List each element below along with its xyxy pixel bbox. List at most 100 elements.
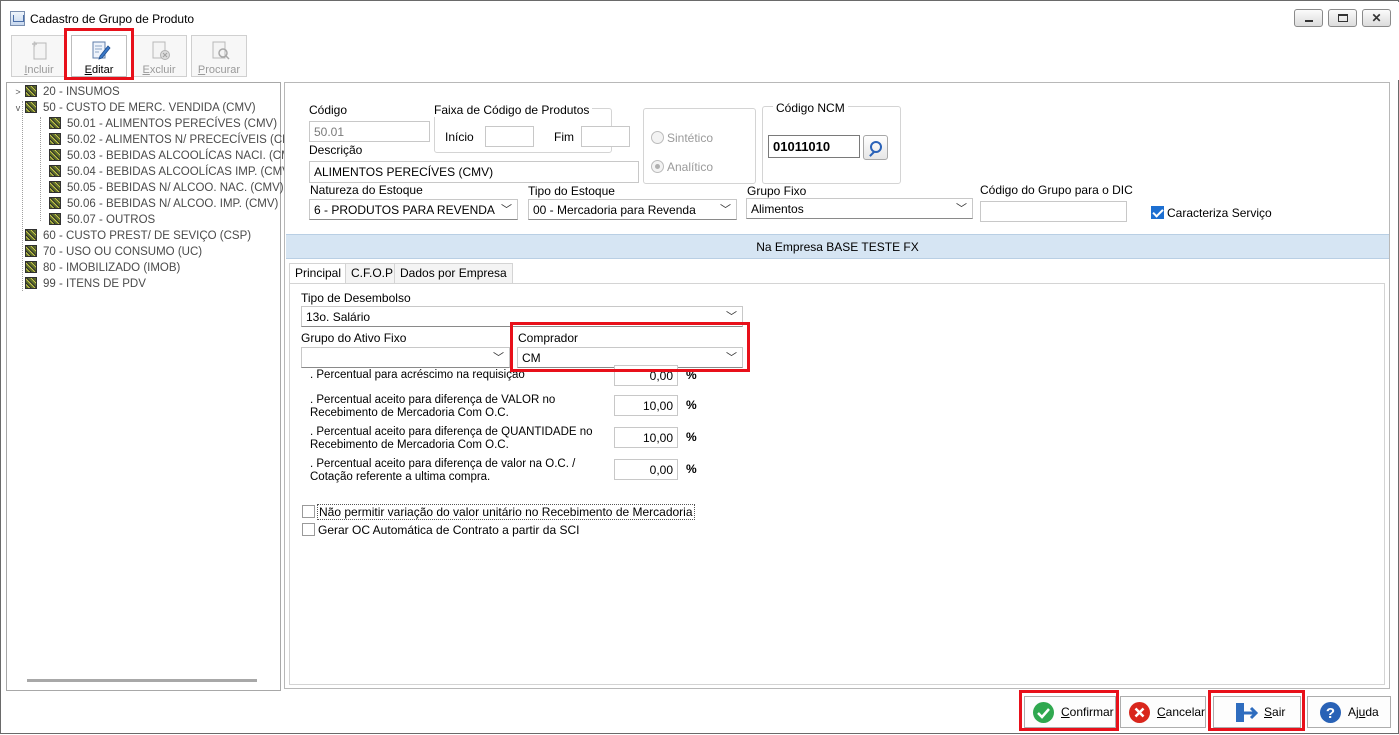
- nao-permitir-checkbox[interactable]: [302, 505, 315, 518]
- natureza-select[interactable]: 6 - PRODUTOS PARA REVENDA ﹀: [309, 199, 518, 220]
- tab-principal[interactable]: Principal: [289, 263, 348, 284]
- codigo-field[interactable]: 50.01: [309, 121, 430, 142]
- codigo-dic-field[interactable]: [980, 201, 1127, 222]
- percentual-label: . Percentual para acréscimo na requisiçã…: [310, 369, 525, 381]
- caracteriza-servico-checkbox[interactable]: [1151, 206, 1164, 219]
- maximize-icon: [1338, 14, 1348, 22]
- check-icon: [1033, 702, 1054, 723]
- expand-icon[interactable]: >: [13, 84, 23, 100]
- percentual-label-line2: Recebimento de Mercadoria Com O.C.: [310, 439, 509, 451]
- collapse-icon[interactable]: v: [13, 100, 23, 116]
- procurar-button[interactable]: Procurar: [191, 35, 247, 77]
- percentual-field[interactable]: 0,00: [614, 365, 678, 386]
- percentual-label: . Percentual aceito para diferença de VA…: [310, 394, 556, 406]
- tab-principal-panel: Tipo de Desembolso 13o. Salário ﹀ Grupo d…: [289, 283, 1385, 685]
- tree-node-label: 50.07 - OUTROS: [67, 214, 156, 226]
- ncm-label: Código NCM: [773, 101, 848, 115]
- tree-node[interactable]: 50.05 - BEBIDAS N/ ALCOO. NAC. (CMV): [49, 180, 284, 196]
- tipo-estoque-label: Tipo do Estoque: [528, 184, 615, 198]
- ncm-field[interactable]: 01011010: [768, 135, 860, 158]
- chevron-down-icon: ﹀: [726, 311, 737, 323]
- desembolso-value: 13o. Salário: [306, 310, 371, 324]
- ajuda-label: Ajuda: [1348, 705, 1379, 719]
- maximize-button[interactable]: [1328, 9, 1357, 27]
- confirmar-label: Confirmar: [1061, 705, 1114, 719]
- folder-icon: [49, 133, 61, 145]
- tree-node[interactable]: 50.01 - ALIMENTOS PERECÍVES (CMV): [49, 116, 277, 132]
- tree-node[interactable]: 50.04 - BEBIDAS ALCOOLÍCAS IMP. (CMV): [49, 164, 294, 180]
- percentual-field[interactable]: 0,00: [614, 459, 678, 480]
- ativo-fixo-select[interactable]: ﹀: [301, 347, 510, 368]
- comprador-label: Comprador: [518, 331, 579, 345]
- desembolso-select[interactable]: 13o. Salário ﹀: [301, 306, 743, 327]
- percent-sign: %: [686, 368, 697, 382]
- chevron-down-icon: ﹀: [956, 203, 967, 215]
- minimize-button[interactable]: [1294, 9, 1323, 27]
- close-icon: ✕: [1371, 11, 1382, 25]
- editar-button[interactable]: Editar: [71, 35, 127, 77]
- main-window: Cadastro de Grupo de Produto ✕ Incluir E…: [0, 0, 1399, 734]
- folder-icon: [49, 213, 61, 225]
- descricao-field[interactable]: ALIMENTOS PERECÍVES (CMV): [309, 161, 639, 183]
- percentual-label: . Percentual aceito para diferença de QU…: [310, 426, 593, 438]
- confirmar-button[interactable]: Confirmar: [1024, 696, 1116, 728]
- percentual-field[interactable]: 10,00: [614, 395, 678, 416]
- tab-dados-empresa[interactable]: Dados por Empresa: [394, 263, 513, 283]
- tree-node[interactable]: v 50 - CUSTO DE MERC. VENDIDA (CMV): [13, 100, 256, 116]
- analitico-radio[interactable]: [651, 160, 664, 173]
- tree-node[interactable]: 50.06 - BEBIDAS N/ ALCOO. IMP. (CMV): [49, 196, 278, 212]
- tree-horizontal-scrollbar[interactable]: [27, 679, 257, 682]
- nao-permitir-label: Não permitir variação do valor unitário …: [317, 504, 695, 520]
- folder-icon: [49, 117, 61, 129]
- cancelar-button[interactable]: Cancelar: [1120, 696, 1206, 728]
- grupo-fixo-label: Grupo Fixo: [747, 184, 807, 198]
- tree-node-label: 70 - USO OU CONSUMO (UC): [43, 246, 203, 258]
- percentual-field[interactable]: 10,00: [614, 427, 678, 448]
- tree-node[interactable]: 50.02 - ALIMENTOS N/ PRECECÍVEIS (CMV: [49, 132, 299, 148]
- excluir-button[interactable]: Excluir: [131, 35, 187, 77]
- tree-node[interactable]: 50.03 - BEBIDAS ALCOOLÍCAS NACI. (CMV: [49, 148, 298, 164]
- folder-icon: [25, 245, 37, 257]
- folder-icon: [25, 229, 37, 241]
- empresa-banner: Na Empresa BASE TESTE FX: [286, 234, 1389, 259]
- close-button[interactable]: ✕: [1362, 9, 1391, 27]
- tree-node-label: 50.03 - BEBIDAS ALCOOLÍCAS NACI. (CMV: [67, 150, 299, 162]
- ncm-search-button[interactable]: [863, 135, 888, 160]
- tree-node-label: 50.04 - BEBIDAS ALCOOLÍCAS IMP. (CMV): [67, 166, 294, 178]
- tipo-estoque-select[interactable]: 00 - Mercadoria para Revenda ﹀: [528, 199, 737, 220]
- folder-icon: [25, 261, 37, 273]
- percentual-label-line2: Cotação referente a ultima compra.: [310, 471, 491, 483]
- tree-node[interactable]: 60 - CUSTO PREST/ DE SEVIÇO (CSP): [13, 228, 251, 244]
- percentual-label-line2: Recebimento de Mercadoria Com O.C.: [310, 407, 509, 419]
- cancelar-label: Cancelar: [1157, 705, 1206, 719]
- tree-node-label: 20 - INSUMOS: [43, 86, 120, 98]
- tree-node-label: 50.01 - ALIMENTOS PERECÍVES (CMV): [67, 118, 278, 130]
- fim-field[interactable]: [581, 126, 630, 147]
- sair-button[interactable]: Sair: [1213, 696, 1301, 728]
- tree-node[interactable]: >20 - INSUMOS: [13, 84, 120, 100]
- tree-node[interactable]: 80 - IMOBILIZADO (IMOB): [13, 260, 180, 276]
- incluir-button[interactable]: Incluir: [11, 35, 67, 77]
- caracteriza-servico-label: Caracteriza Serviço: [1167, 206, 1272, 220]
- delete-document-icon: [152, 41, 170, 60]
- minimize-icon: [1305, 20, 1313, 22]
- ajuda-button[interactable]: ? Ajuda: [1307, 696, 1391, 728]
- toolbar: Incluir Editar Excluir Procurar: [2, 32, 1399, 80]
- edit-document-icon: [92, 41, 111, 60]
- sintetico-radio[interactable]: [651, 131, 664, 144]
- natureza-label: Natureza do Estoque: [310, 183, 423, 197]
- folder-icon: [49, 197, 61, 209]
- help-icon: ?: [1320, 702, 1341, 723]
- ativo-fixo-label: Grupo do Ativo Fixo: [301, 331, 407, 345]
- tab-cfop[interactable]: C.F.O.P: [345, 263, 400, 283]
- tree-node[interactable]: 99 - ITENS DE PDV: [13, 276, 146, 292]
- group-tree[interactable]: >20 - INSUMOS v 50 - CUSTO DE MERC. VENDID…: [6, 82, 299, 691]
- inicio-field[interactable]: [485, 126, 534, 147]
- tree-node-label: 60 - CUSTO PREST/ DE SEVIÇO (CSP): [43, 230, 252, 242]
- sair-label: Sair: [1264, 705, 1286, 719]
- exit-icon: [1234, 702, 1259, 723]
- grupo-fixo-select[interactable]: Alimentos ﹀: [746, 198, 973, 219]
- tree-node[interactable]: 50.07 - OUTROS: [49, 212, 155, 228]
- tree-node[interactable]: 70 - USO OU CONSUMO (UC): [13, 244, 202, 260]
- gerar-oc-checkbox[interactable]: [302, 523, 315, 536]
